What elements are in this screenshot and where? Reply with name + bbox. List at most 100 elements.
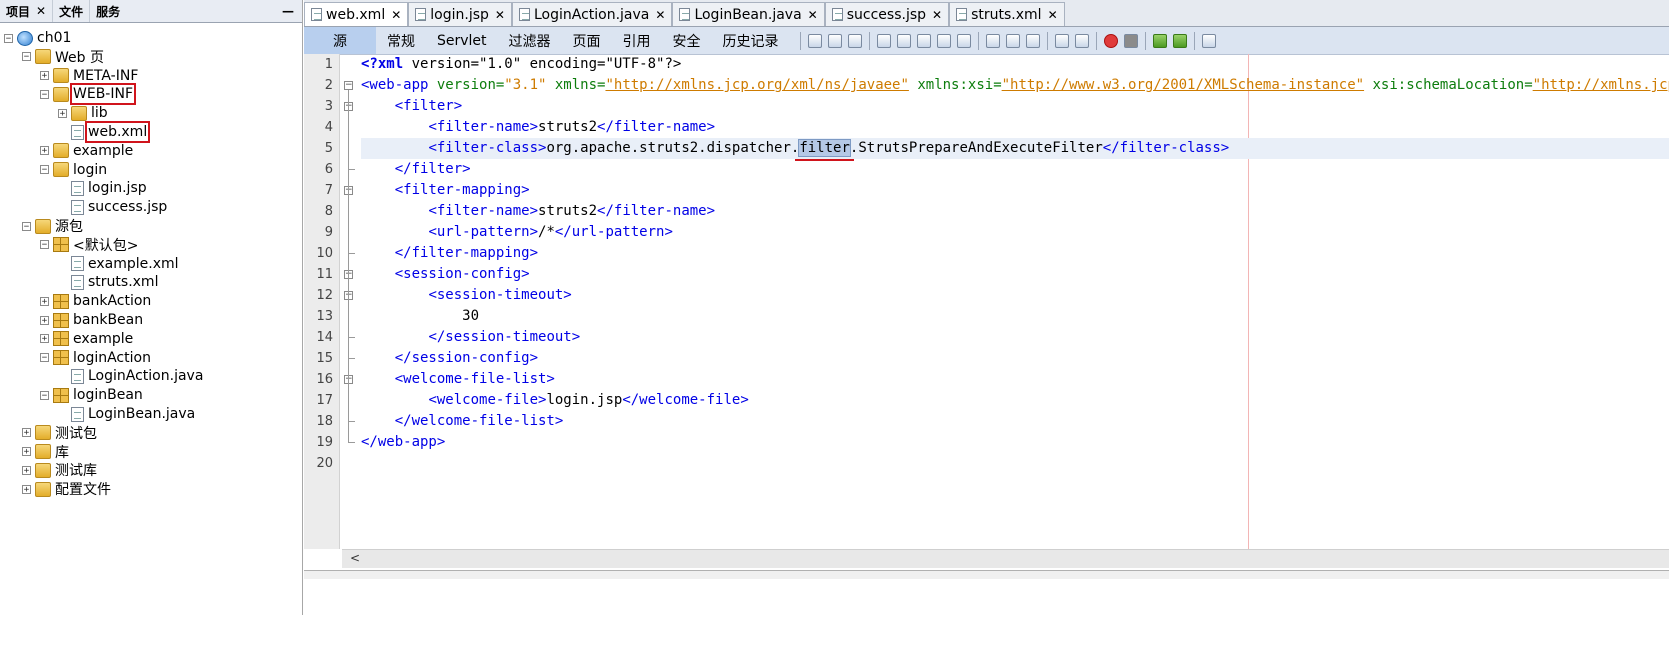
view-tab[interactable]: 源 <box>304 27 376 54</box>
last-edit-icon[interactable] <box>807 33 822 48</box>
tree-item[interactable]: web.xml <box>71 121 151 143</box>
toggle-highlight-icon[interactable] <box>936 33 951 48</box>
close-icon[interactable]: ✕ <box>655 8 665 22</box>
view-tab[interactable]: 页面 <box>562 27 612 54</box>
record-macro-icon[interactable] <box>1103 33 1118 48</box>
view-tab[interactable]: 历史记录 <box>712 27 790 54</box>
find-previous-icon[interactable] <box>896 33 911 48</box>
view-tab[interactable]: 安全 <box>662 27 712 54</box>
tree-item[interactable]: − WEB-INF <box>40 83 136 106</box>
code-line-1[interactable]: <?xml version="1.0" encoding="UTF-8"?> <box>361 54 681 75</box>
tree-item[interactable]: + example <box>40 141 133 161</box>
editor-tab[interactable]: LoginBean.java ✕ <box>672 2 825 26</box>
tree-item[interactable]: + 库 <box>22 442 69 462</box>
tree-item[interactable]: + lib <box>58 103 108 123</box>
tree-item[interactable]: − login <box>40 160 107 180</box>
tree-item[interactable]: + 测试包 <box>22 423 97 443</box>
toggle-bookmark-icon[interactable] <box>1025 33 1040 48</box>
tree-item[interactable]: struts.xml <box>71 272 158 292</box>
tree-item[interactable]: success.jsp <box>71 197 167 217</box>
code-line-4[interactable]: <filter-name>struts2</filter-name> <box>361 117 715 138</box>
close-icon[interactable]: ✕ <box>808 8 818 22</box>
view-tab[interactable]: 过滤器 <box>498 27 562 54</box>
code-line-10[interactable]: </filter-mapping> <box>361 243 538 264</box>
expand-icon[interactable]: + <box>58 108 67 118</box>
tree-item[interactable]: + bankAction <box>40 291 151 311</box>
forward-icon[interactable] <box>847 33 862 48</box>
code-line-17[interactable]: <welcome-file>login.jsp</welcome-file> <box>361 390 748 411</box>
collapse-icon[interactable]: − <box>4 33 13 43</box>
view-tab[interactable]: Servlet <box>426 27 498 54</box>
xmlns-link[interactable]: "http://xmlns.jcp.org/xml/ns/javaee" <box>605 77 908 93</box>
code-line-7[interactable]: <filter-mapping> <box>361 180 530 201</box>
editor-tab[interactable]: success.jsp ✕ <box>824 2 950 26</box>
collapse-icon[interactable]: − <box>40 89 49 99</box>
selected-word[interactable]: filter <box>798 139 851 157</box>
tree-item[interactable]: LoginBean.java <box>71 404 195 424</box>
code-line-9[interactable]: <url-pattern>/*</url-pattern> <box>361 222 672 243</box>
editor-tab[interactable]: login.jsp ✕ <box>408 2 512 26</box>
previous-bookmark-icon[interactable] <box>985 33 1000 48</box>
next-bookmark-icon[interactable] <box>1005 33 1020 48</box>
tab-services[interactable]: 服务 <box>90 0 126 22</box>
expand-icon[interactable]: + <box>40 315 49 325</box>
find-icon[interactable] <box>876 33 891 48</box>
code-line-16[interactable]: <welcome-file-list> <box>361 369 555 390</box>
tree-item[interactable]: + META-INF <box>40 66 138 86</box>
tree-item[interactable]: − loginAction <box>40 348 151 368</box>
tab-projects[interactable]: 项目 ✕ <box>0 0 54 22</box>
check-xml-icon[interactable] <box>1152 33 1167 48</box>
collapse-icon[interactable]: − <box>40 240 49 250</box>
code-line-8[interactable]: <filter-name>struts2</filter-name> <box>361 201 715 222</box>
tree-item[interactable]: + bankBean <box>40 310 143 330</box>
collapse-icon[interactable]: − <box>40 353 49 363</box>
code-line-14[interactable]: </session-timeout> <box>361 327 580 348</box>
tree-item[interactable]: − 源包 <box>22 216 83 236</box>
tree-item[interactable]: − ch01 <box>4 28 71 48</box>
code-line-2[interactable]: <web-app version="3.1" xmlns="http://xml… <box>361 75 1669 96</box>
tree-item[interactable]: example.xml <box>71 254 179 274</box>
find-next-icon[interactable] <box>916 33 931 48</box>
shift-left-icon[interactable] <box>1054 33 1069 48</box>
tree-item[interactable]: LoginAction.java <box>71 366 203 386</box>
expand-icon[interactable]: + <box>22 428 31 438</box>
collapse-icon[interactable]: − <box>22 221 31 231</box>
expand-icon[interactable]: + <box>40 71 49 81</box>
tree-item[interactable]: login.jsp <box>71 178 147 198</box>
xmlns-xsi-link[interactable]: "http://www.w3.org/2001/XMLSchema-instan… <box>1002 77 1364 93</box>
code-line-12[interactable]: <session-timeout> <box>361 285 571 306</box>
tree-item[interactable]: − <默认包> <box>40 235 138 255</box>
close-icon[interactable]: ✕ <box>495 8 505 22</box>
view-tab[interactable]: 引用 <box>612 27 662 54</box>
expand-icon[interactable]: + <box>22 484 31 494</box>
editor-tab[interactable]: LoginAction.java ✕ <box>511 2 673 26</box>
collapse-icon[interactable]: − <box>40 165 49 175</box>
back-icon[interactable] <box>827 33 842 48</box>
code-editor[interactable]: 1 2 3 4 5 6 7 8 9 10 11 12 13 14 15 16 17 18 19 20 − − − − − − <… <box>304 54 1669 594</box>
expand-icon[interactable]: + <box>22 447 31 457</box>
tree-item[interactable]: − Web 页 <box>22 47 104 67</box>
xsl-transform-icon[interactable] <box>1201 33 1216 48</box>
tab-files[interactable]: 文件 <box>53 0 91 22</box>
expand-icon[interactable]: + <box>40 146 49 156</box>
code-line-3[interactable]: <filter> <box>361 96 462 117</box>
collapse-icon[interactable]: − <box>40 390 49 400</box>
fold-toggle-icon[interactable]: − <box>344 81 353 90</box>
validate-xml-icon[interactable] <box>1172 33 1187 48</box>
scroll-left-icon[interactable]: < <box>350 551 360 565</box>
code-line-11[interactable]: <session-config> <box>361 264 530 285</box>
minimize-icon[interactable]: — <box>282 4 294 18</box>
view-tab[interactable]: 常规 <box>376 27 426 54</box>
close-icon[interactable]: ✕ <box>1048 8 1058 22</box>
close-icon[interactable]: ✕ <box>391 8 401 22</box>
toggle-rect-select-icon[interactable] <box>956 33 971 48</box>
editor-tab[interactable]: struts.xml ✕ <box>949 2 1065 26</box>
code-line-15[interactable]: </session-config> <box>361 348 538 369</box>
close-icon[interactable]: ✕ <box>932 8 942 22</box>
code-line-13[interactable]: 30 <box>361 306 479 327</box>
editor-tab[interactable]: web.xml ✕ <box>304 2 409 26</box>
collapse-icon[interactable]: − <box>22 52 31 62</box>
close-icon[interactable]: ✕ <box>36 4 46 18</box>
code-line-19[interactable]: </web-app> <box>361 432 445 453</box>
stop-macro-icon[interactable] <box>1123 33 1138 48</box>
